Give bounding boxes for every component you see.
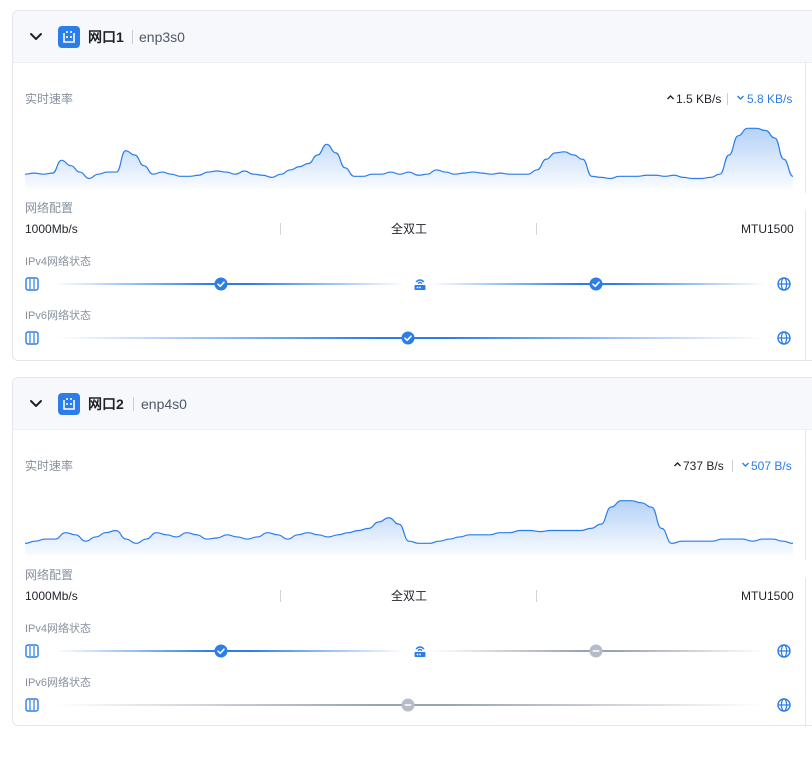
server-icon [25,331,39,345]
duplex-mode: 全双工 [391,222,428,236]
traffic-area [25,500,793,556]
server-icon [25,644,39,658]
config-divider [536,590,537,602]
duplex-mode: 全双工 [391,589,428,603]
network-config-label: 网络配置 [25,568,74,582]
globe-icon [777,331,791,345]
globe-icon [777,644,791,658]
arrow-down-icon [737,95,744,100]
traffic-chart [25,127,793,189]
traffic-line [25,500,793,544]
router-icon [414,279,426,290]
minus-circle-icon [401,698,415,712]
arrow-up-icon [674,462,681,467]
config-divider [280,223,281,235]
arrow-down-icon [742,462,749,467]
header-divider [132,30,133,44]
interface-device: enp3s0 [139,29,185,45]
minus-circle-icon [589,644,603,658]
check-circle-icon [214,277,228,291]
speed-divider [727,93,728,105]
connection-line [55,283,405,285]
chevron-down-icon[interactable] [27,27,45,45]
link-speed: 1000Mb/s [25,222,78,236]
globe-icon [777,277,791,291]
panel-edge [805,63,806,193]
router-icon [414,646,426,657]
upload-speed: 737 B/s [683,459,724,473]
ipv4-status-label: IPv4网络状态 [25,623,92,635]
network-config-label: 网络配置 [25,201,74,215]
ipv4-status-row [25,643,793,659]
ipv6-status-label: IPv6网络状态 [25,677,92,689]
arrow-up-icon [667,95,674,100]
speed-divider [732,460,733,472]
config-divider [536,223,537,235]
traffic-chart [25,500,793,556]
server-icon [25,698,39,712]
interface-name: 网口2 [88,396,124,412]
check-circle-icon [214,644,228,658]
interface-card-header[interactable]: 网口2 enp4s0 [13,378,812,430]
ipv6-status-row [25,697,793,713]
mtu-value: MTU1500 [741,589,794,603]
panel-edge [805,578,806,725]
interface-name: 网口1 [88,29,124,45]
download-speed: 507 B/s [751,459,792,473]
realtime-speed-label: 实时速率 [25,459,74,473]
interface-card: 网口1 enp3s0 实时速率 1.5 KB/s 5.8 KB/s 网络配置 1… [12,10,812,361]
chevron-down-icon[interactable] [27,394,45,412]
ethernet-port-icon [58,26,80,48]
check-circle-icon [401,331,415,345]
connection-line [55,650,405,652]
ipv6-status-row [25,330,793,346]
ipv4-status-label: IPv4网络状态 [25,256,92,268]
panel-edge [805,211,806,360]
ethernet-port-icon [58,393,80,415]
upload-speed: 1.5 KB/s [676,92,722,106]
download-speed: 5.8 KB/s [747,92,793,106]
check-circle-icon [589,277,603,291]
interface-device: enp4s0 [141,396,187,412]
config-divider [280,590,281,602]
realtime-speed-label: 实时速率 [25,92,74,106]
link-speed: 1000Mb/s [25,589,78,603]
mtu-value: MTU1500 [741,222,794,236]
ipv6-status-label: IPv6网络状态 [25,310,92,322]
interface-card-header[interactable]: 网口1 enp3s0 [13,11,812,63]
globe-icon [777,698,791,712]
server-icon [25,277,39,291]
header-divider [133,397,134,411]
interface-card: 网口2 enp4s0 实时速率 737 B/s 507 B/s 网络配置 100… [12,377,812,726]
traffic-area [25,128,793,189]
ipv4-status-row [25,276,793,292]
panel-edge [805,430,806,560]
